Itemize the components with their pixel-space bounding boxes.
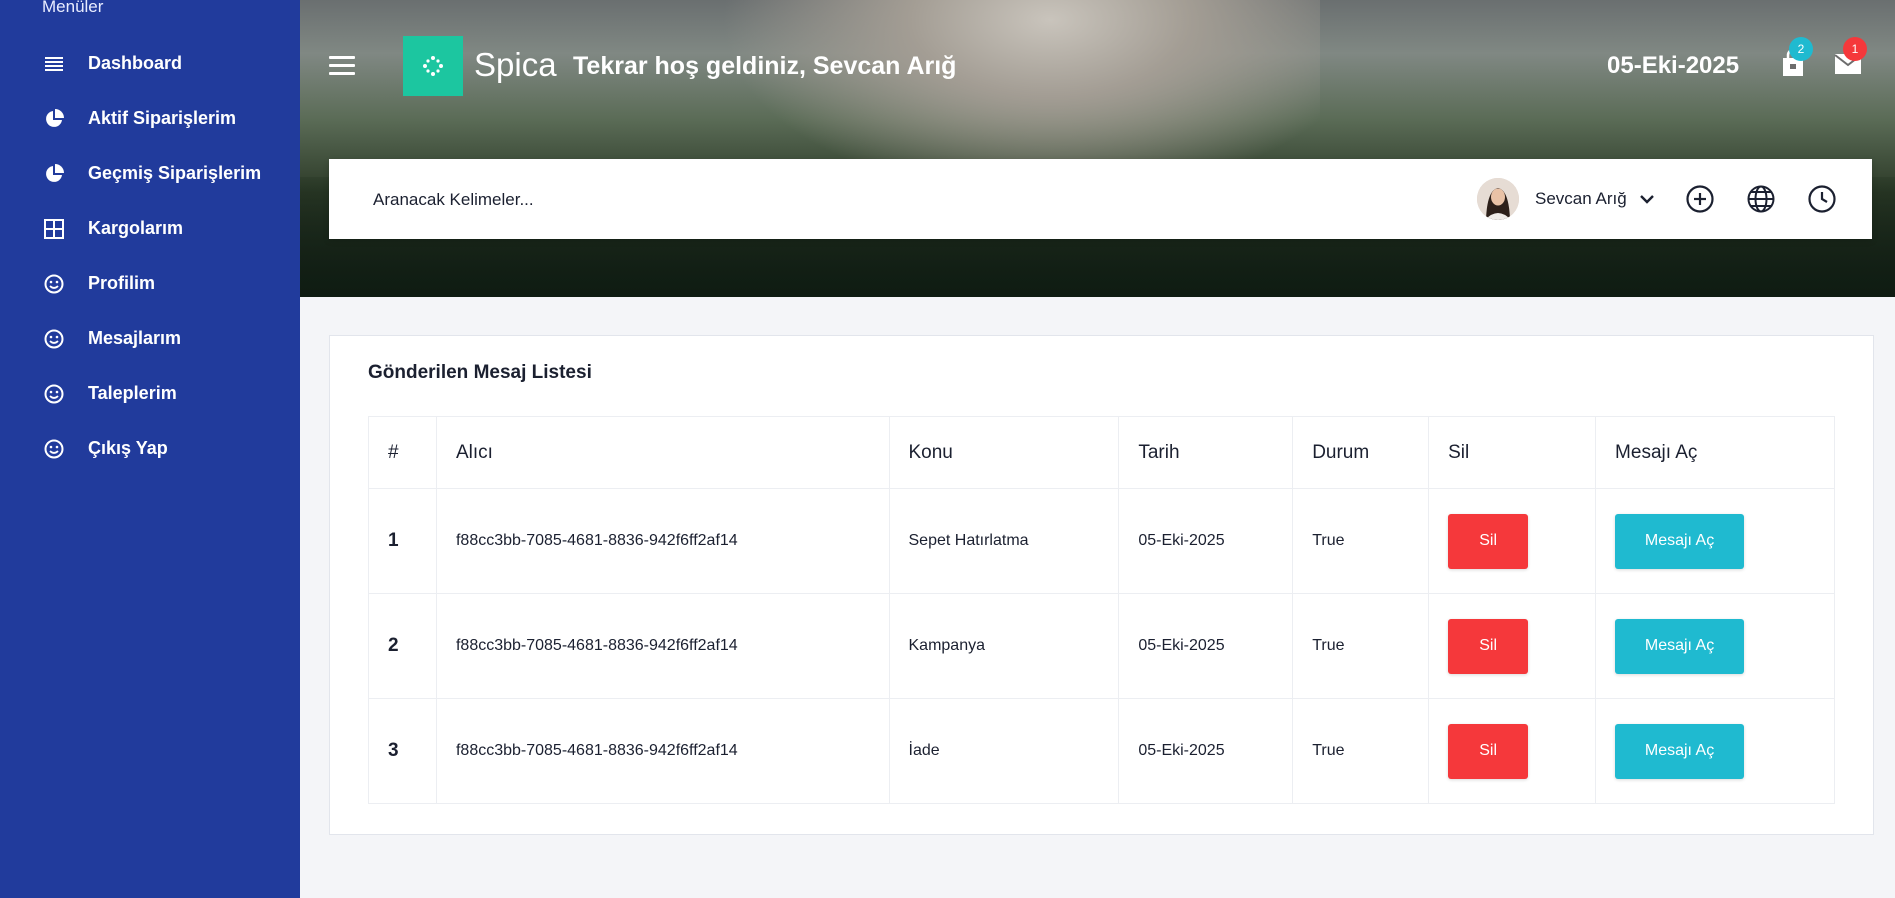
open-message-button[interactable]: Mesajı Aç: [1615, 723, 1745, 779]
status-cell: True: [1292, 698, 1430, 804]
smile-icon: [42, 272, 66, 296]
delete-button[interactable]: Sil: [1448, 618, 1529, 674]
row-number: 2: [368, 593, 437, 699]
chevron-down-icon: [1639, 194, 1655, 204]
current-date: 05-Eki-2025: [1607, 52, 1740, 79]
sidebar-item-past-orders[interactable]: Geçmiş Siparişlerim: [0, 146, 300, 201]
pie-chart-icon: [42, 107, 66, 131]
menu-toggle-icon[interactable]: [329, 56, 355, 76]
table-row: 3 f88cc3bb-7085-4681-8836-942f6ff2af14 İ…: [368, 698, 1835, 804]
mail-badge: 1: [1843, 37, 1867, 61]
date-cell: 05-Eki-2025: [1118, 593, 1294, 699]
table-header-row: # Alıcı Konu Tarih Durum Sil Mesajı Aç: [368, 416, 1835, 489]
delete-cell: Sil: [1428, 593, 1597, 699]
search-bar: Sevcan Arığ: [329, 159, 1872, 239]
message-table: # Alıcı Konu Tarih Durum Sil Mesajı Aç 1…: [368, 416, 1835, 804]
row-number: 3: [368, 698, 437, 804]
sidebar-item-label: Çıkış Yap: [88, 438, 168, 458]
sidebar-item-messages[interactable]: Mesajlarım: [0, 311, 300, 366]
welcome-message: Tekrar hoş geldiniz, Sevcan Arığ: [573, 52, 957, 80]
sidebar-item-dashboard[interactable]: Dashboard: [0, 36, 300, 91]
user-menu[interactable]: Sevcan Arığ: [1477, 178, 1655, 220]
pie-chart-icon: [42, 162, 66, 186]
card-title: Gönderilen Mesaj Listesi: [368, 362, 592, 383]
logo-icon[interactable]: [403, 36, 463, 96]
column-header: Tarih: [1118, 416, 1294, 489]
cart-badge: 2: [1789, 37, 1813, 61]
open-cell: Mesajı Aç: [1595, 698, 1835, 804]
message-list-card: Gönderilen Mesaj Listesi # Alıcı Konu Ta…: [329, 335, 1874, 835]
smile-icon: [42, 382, 66, 406]
sidebar-item-label: Kargolarım: [88, 218, 184, 238]
clock-icon[interactable]: [1807, 184, 1837, 214]
globe-icon[interactable]: [1746, 184, 1776, 214]
delete-cell: Sil: [1428, 488, 1597, 594]
sidebar-item-requests[interactable]: Taleplerim: [0, 366, 300, 421]
subject-cell: Sepet Hatırlatma: [888, 488, 1120, 594]
sidebar-item-profile[interactable]: Profilim: [0, 256, 300, 311]
recipient-cell: f88cc3bb-7085-4681-8836-942f6ff2af14: [435, 488, 890, 594]
column-header: #: [368, 416, 437, 489]
recipient-cell: f88cc3bb-7085-4681-8836-942f6ff2af14: [435, 698, 890, 804]
search-input[interactable]: [371, 179, 775, 221]
open-cell: Mesajı Aç: [1595, 488, 1835, 594]
smile-icon: [42, 327, 66, 351]
delete-cell: Sil: [1428, 698, 1597, 804]
sidebar-nav: Dashboard Aktif Siparişlerim Geçmiş Sipa…: [0, 36, 300, 476]
column-header: Alıcı: [435, 416, 890, 489]
delete-button[interactable]: Sil: [1448, 723, 1529, 779]
table-row: 1 f88cc3bb-7085-4681-8836-942f6ff2af14 S…: [368, 488, 1835, 594]
status-cell: True: [1292, 488, 1430, 594]
row-number: 1: [368, 488, 437, 594]
add-icon[interactable]: [1685, 184, 1715, 214]
sidebar-item-label: Mesajlarım: [88, 328, 182, 348]
sidebar-item-logout[interactable]: Çıkış Yap: [0, 421, 300, 476]
sidebar-title: Menüler: [42, 0, 104, 16]
user-name: Sevcan Arığ: [1535, 189, 1627, 208]
open-message-button[interactable]: Mesajı Aç: [1615, 513, 1745, 569]
header-background: [300, 0, 1895, 297]
brand-name[interactable]: Spica: [474, 46, 557, 84]
sidebar-item-label: Dashboard: [88, 53, 183, 73]
sidebar-item-active-orders[interactable]: Aktif Siparişlerim: [0, 91, 300, 146]
sidebar-item-label: Geçmiş Siparişlerim: [88, 163, 262, 183]
sidebar-item-label: Taleplerim: [88, 383, 177, 403]
sidebar: Menüler Dashboard Aktif Siparişlerim Geç…: [0, 0, 300, 898]
column-header: Sil: [1428, 416, 1597, 489]
date-cell: 05-Eki-2025: [1118, 488, 1294, 594]
grid-icon: [42, 217, 66, 241]
column-header: Durum: [1292, 416, 1430, 489]
subject-cell: İade: [888, 698, 1120, 804]
avatar: [1477, 178, 1519, 220]
sidebar-item-shipments[interactable]: Kargolarım: [0, 201, 300, 256]
subject-cell: Kampanya: [888, 593, 1120, 699]
table-row: 2 f88cc3bb-7085-4681-8836-942f6ff2af14 K…: [368, 593, 1835, 699]
date-cell: 05-Eki-2025: [1118, 698, 1294, 804]
column-header: Mesajı Aç: [1595, 416, 1835, 489]
sidebar-item-label: Aktif Siparişlerim: [88, 108, 237, 128]
smile-icon: [42, 437, 66, 461]
list-icon: [42, 52, 66, 76]
open-message-button[interactable]: Mesajı Aç: [1615, 618, 1745, 674]
open-cell: Mesajı Aç: [1595, 593, 1835, 699]
recipient-cell: f88cc3bb-7085-4681-8836-942f6ff2af14: [435, 593, 890, 699]
column-header: Konu: [888, 416, 1120, 489]
sidebar-item-label: Profilim: [88, 273, 156, 293]
delete-button[interactable]: Sil: [1448, 513, 1529, 569]
status-cell: True: [1292, 593, 1430, 699]
